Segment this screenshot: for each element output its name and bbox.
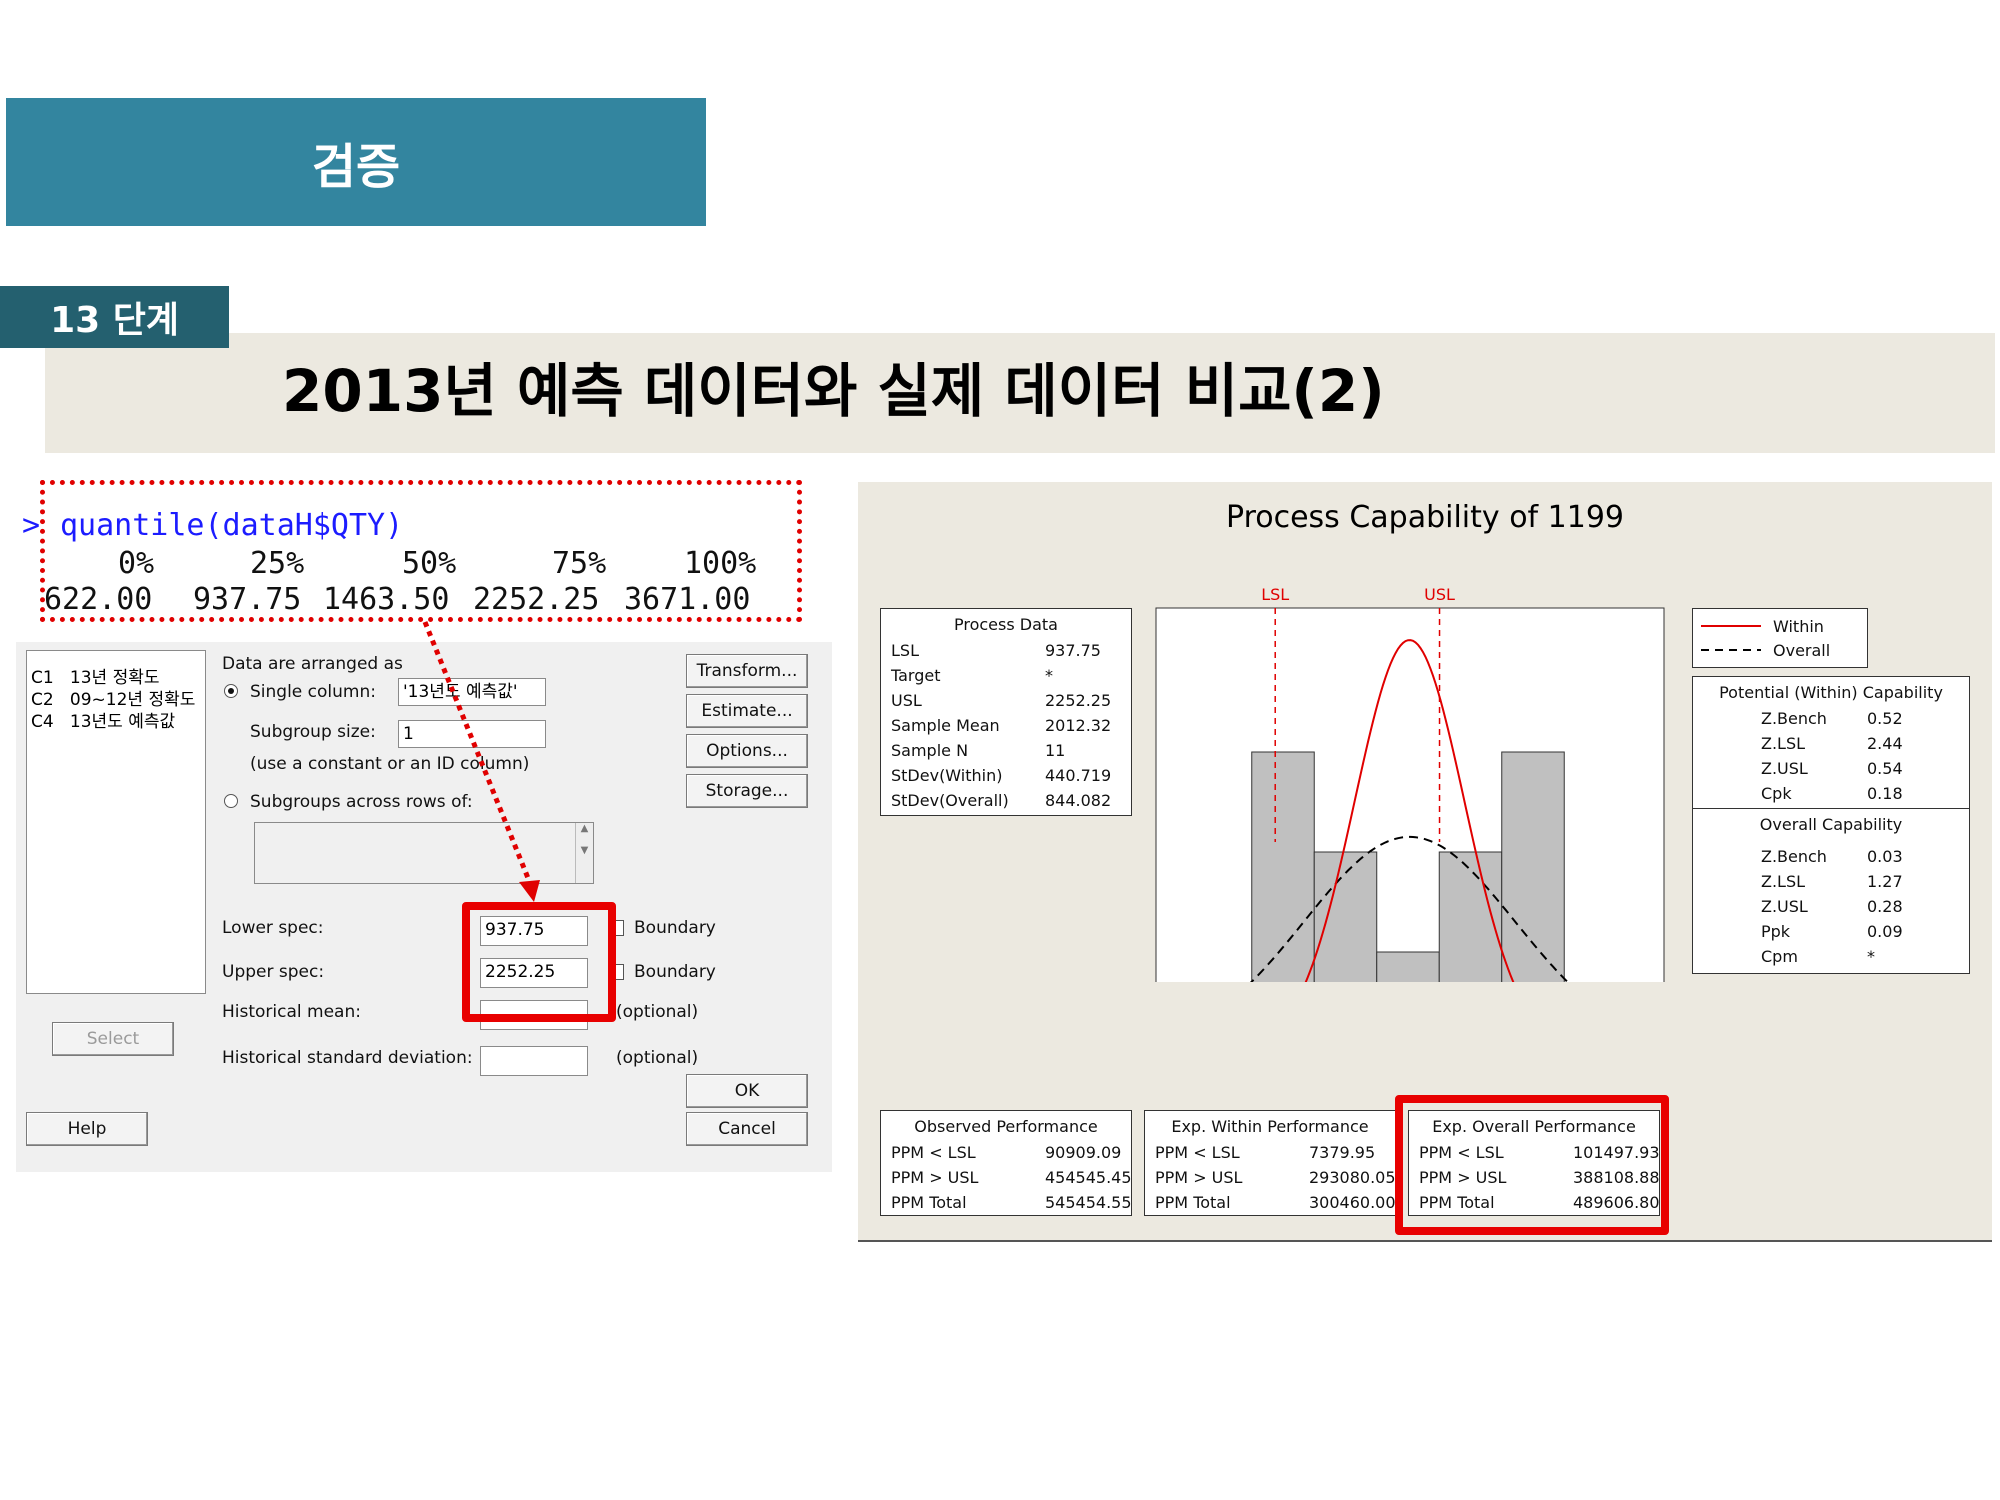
exp-within-value: 7379.95 (1309, 1143, 1376, 1162)
potential-value: 2.44 (1867, 734, 1903, 753)
overall-value: 0.28 (1867, 897, 1903, 916)
process-data-value: 844.082 (1045, 791, 1112, 810)
overall-key: Z.LSL (1761, 872, 1806, 891)
potential-key: Cpk (1761, 784, 1792, 803)
capability-chart: LSLUSL 01000200030004000 (1155, 585, 1665, 982)
process-data-value: * (1045, 666, 1053, 685)
potential-header: Potential (Within) Capability (1719, 683, 1943, 702)
process-data-value: 11 (1045, 741, 1066, 760)
observed-key: PPM > USL (891, 1168, 979, 1187)
process-data-key: LSL (891, 641, 919, 660)
process-data-value: 440.719 (1045, 766, 1112, 785)
process-data-key: Sample Mean (891, 716, 1000, 735)
overall-key: Z.USL (1761, 897, 1808, 916)
exp-within-value: 300460.00 (1309, 1193, 1396, 1212)
process-data-header: Process Data (954, 615, 1058, 634)
exp-within-key: PPM < LSL (1155, 1143, 1240, 1162)
process-data-key: Sample N (891, 741, 969, 760)
exp-within-key: PPM Total (1155, 1193, 1231, 1212)
overall-value: 0.03 (1867, 847, 1903, 866)
overall-key: Ppk (1761, 922, 1791, 941)
potential-capability-panel: Potential (Within) Capability Z.Bench 0.… (1692, 676, 1970, 810)
legend-overall-label: Overall (1773, 641, 1831, 660)
process-data-key: USL (891, 691, 922, 710)
overall-value: * (1867, 947, 1875, 966)
process-data-value: 937.75 (1045, 641, 1101, 660)
potential-value: 0.18 (1867, 784, 1903, 803)
histogram-bar (1313, 851, 1378, 982)
overall-value: 0.09 (1867, 922, 1903, 941)
observed-value: 545454.55 (1045, 1193, 1132, 1212)
legend-swatches (1701, 625, 1761, 651)
overall-key: Cpm (1761, 947, 1798, 966)
overall-header: Overall Capability (1759, 815, 1903, 834)
potential-key: Z.Bench (1761, 709, 1827, 728)
observed-value: 90909.09 (1045, 1143, 1122, 1162)
process-data-key: Target (891, 666, 941, 685)
potential-value: 0.54 (1867, 759, 1903, 778)
observed-header: Observed Performance (914, 1117, 1098, 1136)
potential-key: Z.LSL (1761, 734, 1806, 753)
histogram-bar (1501, 751, 1565, 982)
exp-within-value: 293080.05 (1309, 1168, 1396, 1187)
report-title: Process Capability of 1199 (1226, 500, 1624, 535)
potential-key: Z.USL (1761, 759, 1808, 778)
observed-performance-panel: Observed Performance PPM < LSL 90909.09 … (880, 1110, 1132, 1216)
histogram-bar (1376, 951, 1440, 982)
observed-key: PPM Total (891, 1193, 967, 1212)
process-data-panel: Process Data LSL 937.75 Target * USL 225… (880, 608, 1132, 816)
overall-key: Z.Bench (1761, 847, 1827, 866)
usl-label: USL (1424, 585, 1455, 604)
overall-value: 1.27 (1867, 872, 1903, 891)
potential-value: 0.52 (1867, 709, 1903, 728)
plot-area (1155, 607, 1665, 982)
observed-value: 454545.45 (1045, 1168, 1132, 1187)
process-data-key: StDev(Within) (891, 766, 1003, 785)
process-data-value: 2012.32 (1045, 716, 1112, 735)
legend-panel: Within Overall (1692, 608, 1868, 668)
legend-within-label: Within (1773, 617, 1824, 636)
exp-within-key: PPM > USL (1155, 1168, 1243, 1187)
process-data-value: 2252.25 (1045, 691, 1112, 710)
process-data-key: StDev(Overall) (891, 791, 1009, 810)
overall-capability-panel: Overall Capability Z.Bench 0.03 Z.LSL 1.… (1692, 808, 1970, 974)
arrow-line (422, 621, 535, 889)
exp-within-header: Exp. Within Performance (1171, 1117, 1369, 1136)
lsl-label: LSL (1261, 585, 1289, 604)
arrow-head-icon (519, 880, 540, 902)
highlight-exp-overall-box (1395, 1095, 1669, 1235)
observed-key: PPM < LSL (891, 1143, 976, 1162)
exp-within-panel: Exp. Within Performance PPM < LSL 7379.9… (1144, 1110, 1396, 1216)
